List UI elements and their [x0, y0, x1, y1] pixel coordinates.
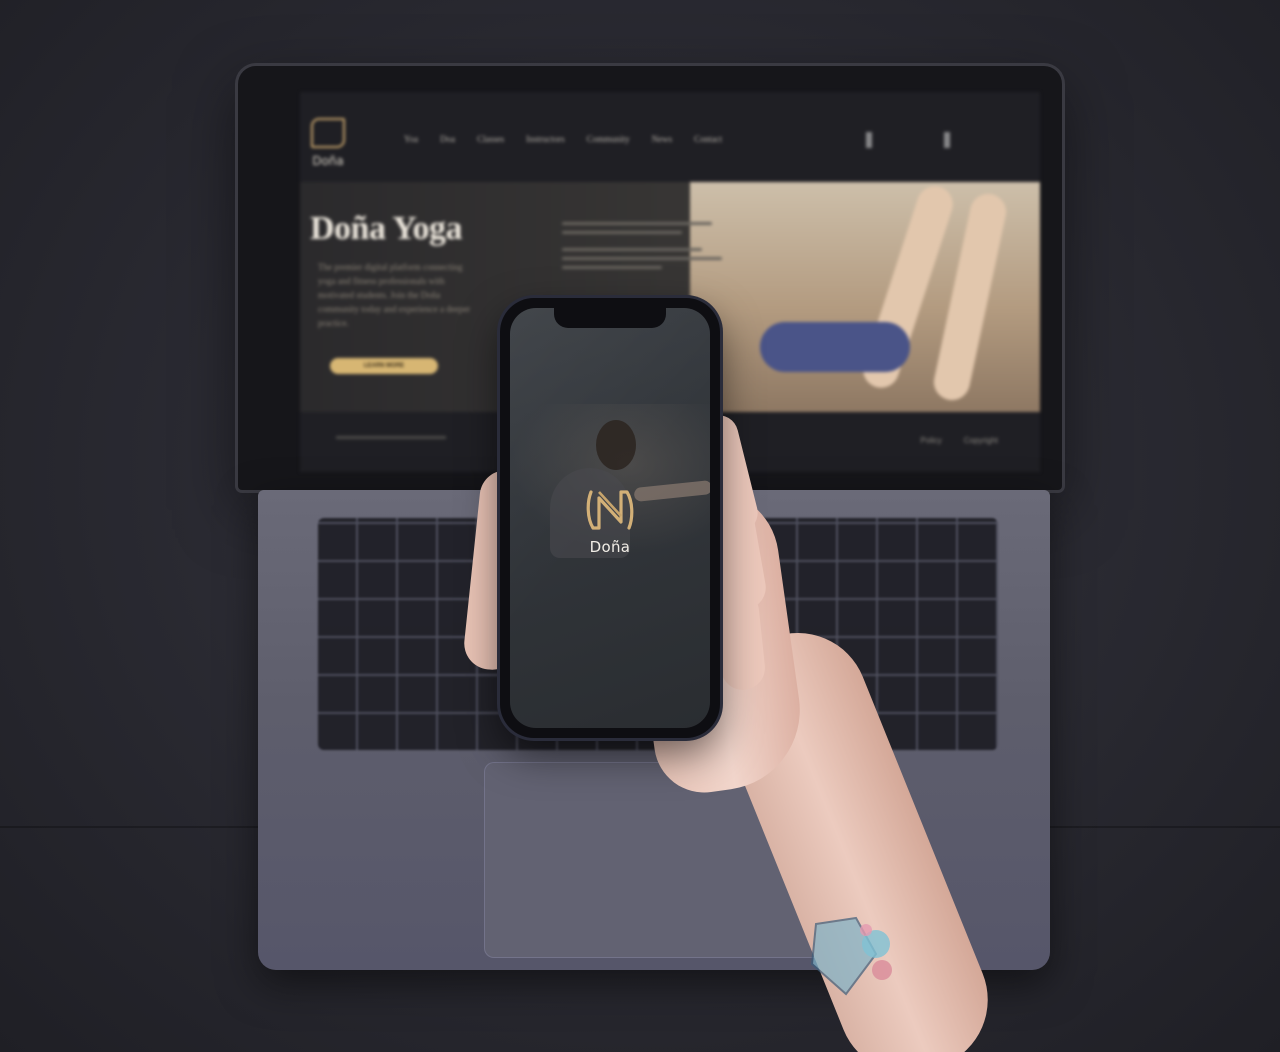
footer-copy — [336, 436, 446, 439]
app-store-badge[interactable] — [866, 132, 930, 148]
feature-line — [562, 231, 682, 234]
site-logo[interactable]: Doña — [300, 118, 356, 168]
flower-tattoo-icon — [810, 916, 892, 996]
feature-line — [562, 257, 722, 260]
site-brand-name: Doña — [312, 154, 344, 168]
feature-line — [562, 266, 662, 269]
feature-line — [562, 222, 712, 225]
phone-notch — [554, 308, 666, 328]
dona-logo-icon[interactable] — [585, 488, 637, 532]
hero-text: The premier digital platform connecting … — [318, 262, 471, 328]
nav-item[interactable]: Instructors — [526, 134, 565, 144]
hero-title: Doña Yoga — [310, 210, 463, 247]
footer-link-policy[interactable]: Policy — [920, 436, 941, 445]
app-name: Doña — [589, 538, 631, 556]
nav-item[interactable]: Classes — [477, 134, 504, 144]
nav-item[interactable]: Community — [587, 134, 630, 144]
site-nav: Yoa Doa Classes Instructors Community Ne… — [404, 134, 722, 144]
feature-line — [562, 248, 702, 251]
footer-links: Policy Copyright — [920, 436, 998, 445]
hero-photo-yoga-mat — [760, 322, 910, 372]
learn-more-button[interactable]: LEARN MORE — [330, 358, 438, 374]
feature-list — [562, 222, 732, 275]
store-badges — [866, 132, 1008, 148]
splash-photo-head — [596, 420, 636, 470]
footer-link-copyright[interactable]: Copyright — [964, 436, 998, 445]
play-store-badge[interactable] — [944, 132, 1008, 148]
nav-item[interactable]: News — [652, 134, 673, 144]
nav-item[interactable]: Contact — [694, 134, 722, 144]
dona-logo-icon — [311, 118, 345, 148]
nav-item[interactable]: Doa — [440, 134, 455, 144]
hero-photo — [690, 181, 1040, 412]
photo-scene: Doña Yoa Doa Classes Instructors Communi… — [0, 0, 1280, 1052]
nav-item[interactable]: Yoa — [404, 134, 418, 144]
site-header: Doña Yoa Doa Classes Instructors Communi… — [300, 92, 1040, 183]
